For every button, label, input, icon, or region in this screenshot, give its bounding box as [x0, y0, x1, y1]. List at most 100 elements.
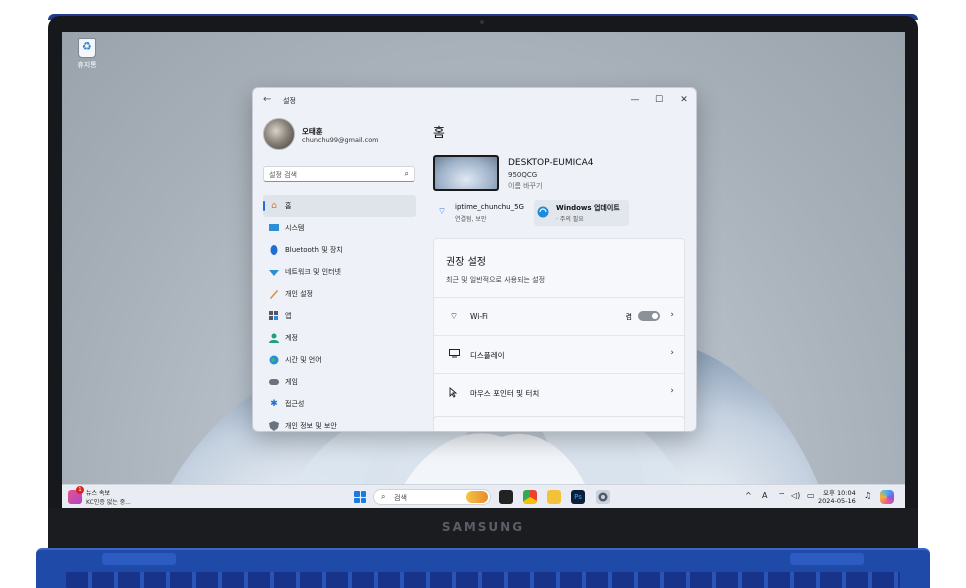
start-button[interactable]	[354, 491, 366, 503]
webcam	[480, 20, 484, 24]
back-arrow-icon[interactable]: ←	[263, 94, 271, 105]
wifi-icon: ⌔	[437, 207, 447, 217]
brand-logo: SAMSUNG	[441, 520, 525, 534]
sidebar-item-label: 앱	[285, 312, 292, 320]
monitor-icon	[269, 223, 279, 233]
desktop-recycle-bin[interactable]: 휴지통	[72, 38, 102, 70]
search-icon: ⌕	[381, 492, 386, 501]
next-card-partial	[433, 416, 685, 431]
copilot-icon[interactable]	[880, 490, 894, 504]
sidebar-item-label: 게임	[285, 378, 298, 386]
clock[interactable]: 오후 10:04 2024-05-16	[818, 487, 856, 505]
accessibility-icon: ✱	[270, 399, 278, 409]
settings-search-input[interactable]: 설정 검색 ⌕	[263, 166, 415, 182]
wifi-toggle[interactable]	[638, 311, 660, 321]
wifi-status: 연결됨, 보안	[455, 216, 487, 223]
sidebar-item-network[interactable]: 네트워크 및 인터넷	[263, 261, 416, 283]
sidebar-item-bluetooth[interactable]: Bluetooth 및 장치	[263, 239, 416, 261]
sidebar-item-label: 계정	[285, 334, 298, 342]
chevron-right-icon: ›	[670, 348, 674, 358]
network-icon	[269, 267, 279, 277]
screen: 휴지통 ← 설정 — ☐ ✕ 오태훈 chunchu99@gmail.com 설…	[62, 32, 905, 509]
row-label: Wi-Fi	[470, 312, 488, 321]
gamepad-icon	[269, 377, 279, 387]
setting-row-mouse[interactable]: 마우스 포인터 및 터치 ›	[434, 373, 684, 411]
home-icon: ⌂	[271, 201, 277, 211]
sidebar-item-label: 접근성	[285, 400, 305, 408]
row-label: 마우스 포인터 및 터치	[470, 389, 540, 398]
wifi-status-chip[interactable]: ⌔ iptime_chunchu_5G 연결됨, 보안	[433, 200, 531, 226]
hinge-right	[790, 553, 864, 565]
sidebar-item-home[interactable]: ⌂ 홈	[263, 195, 416, 217]
sidebar-item-gaming[interactable]: 게임	[263, 371, 416, 393]
apps-icon	[269, 311, 279, 321]
recommended-settings-card: 권장 설정 최근 및 일반적으로 사용되는 설정 ⌔ Wi-Fi 켬 › 디스플…	[433, 238, 685, 431]
taskbar: 1 뉴스 속보 KC인증 없는 중... ⌕ 검색 Ps ^ A ⌔ ◁) ▭ …	[62, 484, 905, 509]
sidebar-item-apps[interactable]: 앱	[263, 305, 416, 327]
wifi-tray-icon[interactable]: ⌔	[778, 491, 786, 501]
search-placeholder: 설정 검색	[269, 171, 297, 179]
notification-bell-icon[interactable]: ♫	[864, 491, 871, 500]
search-highlight-icon	[466, 491, 488, 503]
sidebar-item-privacy[interactable]: 개인 정보 및 보안	[263, 415, 416, 431]
update-status: · 주의 필요	[556, 216, 584, 223]
setting-row-display[interactable]: 디스플레이 ›	[434, 335, 684, 373]
card-title: 권장 설정	[446, 257, 486, 268]
recycle-bin-icon	[78, 38, 96, 58]
sidebar-item-label: 개인 설정	[285, 290, 313, 298]
device-thumbnail	[433, 155, 499, 191]
sidebar-item-accessibility[interactable]: ✱ 접근성	[263, 393, 416, 415]
profile-email: chunchu99@gmail.com	[302, 136, 379, 144]
volume-icon[interactable]: ◁)	[791, 491, 800, 500]
battery-icon[interactable]: ▭	[807, 491, 815, 500]
account-icon	[269, 333, 279, 343]
shield-icon	[269, 421, 279, 431]
tray-chevron-icon[interactable]: ^	[745, 491, 752, 500]
row-label: 디스플레이	[470, 351, 505, 360]
chevron-right-icon: ›	[670, 386, 674, 396]
settings-window: ← 설정 — ☐ ✕ 오태훈 chunchu99@gmail.com 설정 검색…	[252, 87, 697, 432]
chrome-icon[interactable]	[523, 490, 537, 504]
device-name: DESKTOP-EUMICA4	[508, 158, 594, 168]
card-subtitle: 최근 및 일반적으로 사용되는 설정	[446, 276, 546, 284]
sidebar-nav: ⌂ 홈 시스템 Bluetooth 및 장치 네트워크 및 인터넷 개인 설정	[263, 195, 416, 431]
ime-indicator[interactable]: A	[762, 491, 767, 500]
news-title: 뉴스 속보	[86, 490, 110, 497]
rename-link[interactable]: 이름 바꾸기	[508, 181, 542, 191]
sidebar-item-accounts[interactable]: 계정	[263, 327, 416, 349]
clock-date: 2024-05-16	[818, 497, 856, 505]
settings-app-icon[interactable]	[596, 490, 610, 504]
update-title: Windows 업데이트	[556, 204, 620, 212]
device-model: 950QCG	[508, 171, 538, 179]
sidebar-item-label: 홈	[285, 202, 292, 210]
page-title: 홈	[433, 126, 445, 141]
sidebar-item-system[interactable]: 시스템	[263, 217, 416, 239]
toggle-state-label: 켬	[625, 313, 632, 321]
keyboard-row	[66, 572, 900, 588]
taskbar-search[interactable]: ⌕ 검색	[373, 489, 491, 505]
mouse-pointer-icon	[448, 387, 460, 399]
sidebar-item-personalization[interactable]: 개인 설정	[263, 283, 416, 305]
hinge-left	[102, 553, 176, 565]
search-icon: ⌕	[404, 169, 409, 178]
avatar	[263, 118, 295, 150]
windows-update-chip[interactable]: Windows 업데이트 · 주의 필요	[534, 200, 629, 226]
news-headline: KC인증 없는 중...	[86, 499, 131, 506]
photoshop-icon[interactable]: Ps	[571, 490, 585, 504]
sidebar-item-label: 시스템	[285, 224, 305, 232]
sidebar-item-label: 네트워크 및 인터넷	[285, 268, 341, 276]
home-content: 홈 DESKTOP-EUMICA4 950QCG 이름 바꾸기 ⌔ iptime…	[433, 88, 696, 431]
sidebar-item-label: 개인 정보 및 보안	[285, 422, 337, 430]
wifi-network-name: iptime_chunchu_5G	[455, 203, 524, 211]
setting-row-wifi[interactable]: ⌔ Wi-Fi 켬 ›	[434, 297, 684, 335]
task-view-icon[interactable]	[499, 490, 513, 504]
chevron-right-icon: ›	[670, 310, 674, 320]
display-icon	[448, 349, 460, 361]
file-explorer-icon[interactable]	[547, 490, 561, 504]
sidebar-item-time-language[interactable]: 시간 및 언어	[263, 349, 416, 371]
sidebar-item-label: 시간 및 언어	[285, 356, 322, 364]
brush-icon	[269, 289, 279, 299]
globe-icon	[269, 355, 279, 365]
window-title: 설정	[283, 97, 296, 105]
recycle-bin-label: 휴지통	[77, 61, 97, 69]
